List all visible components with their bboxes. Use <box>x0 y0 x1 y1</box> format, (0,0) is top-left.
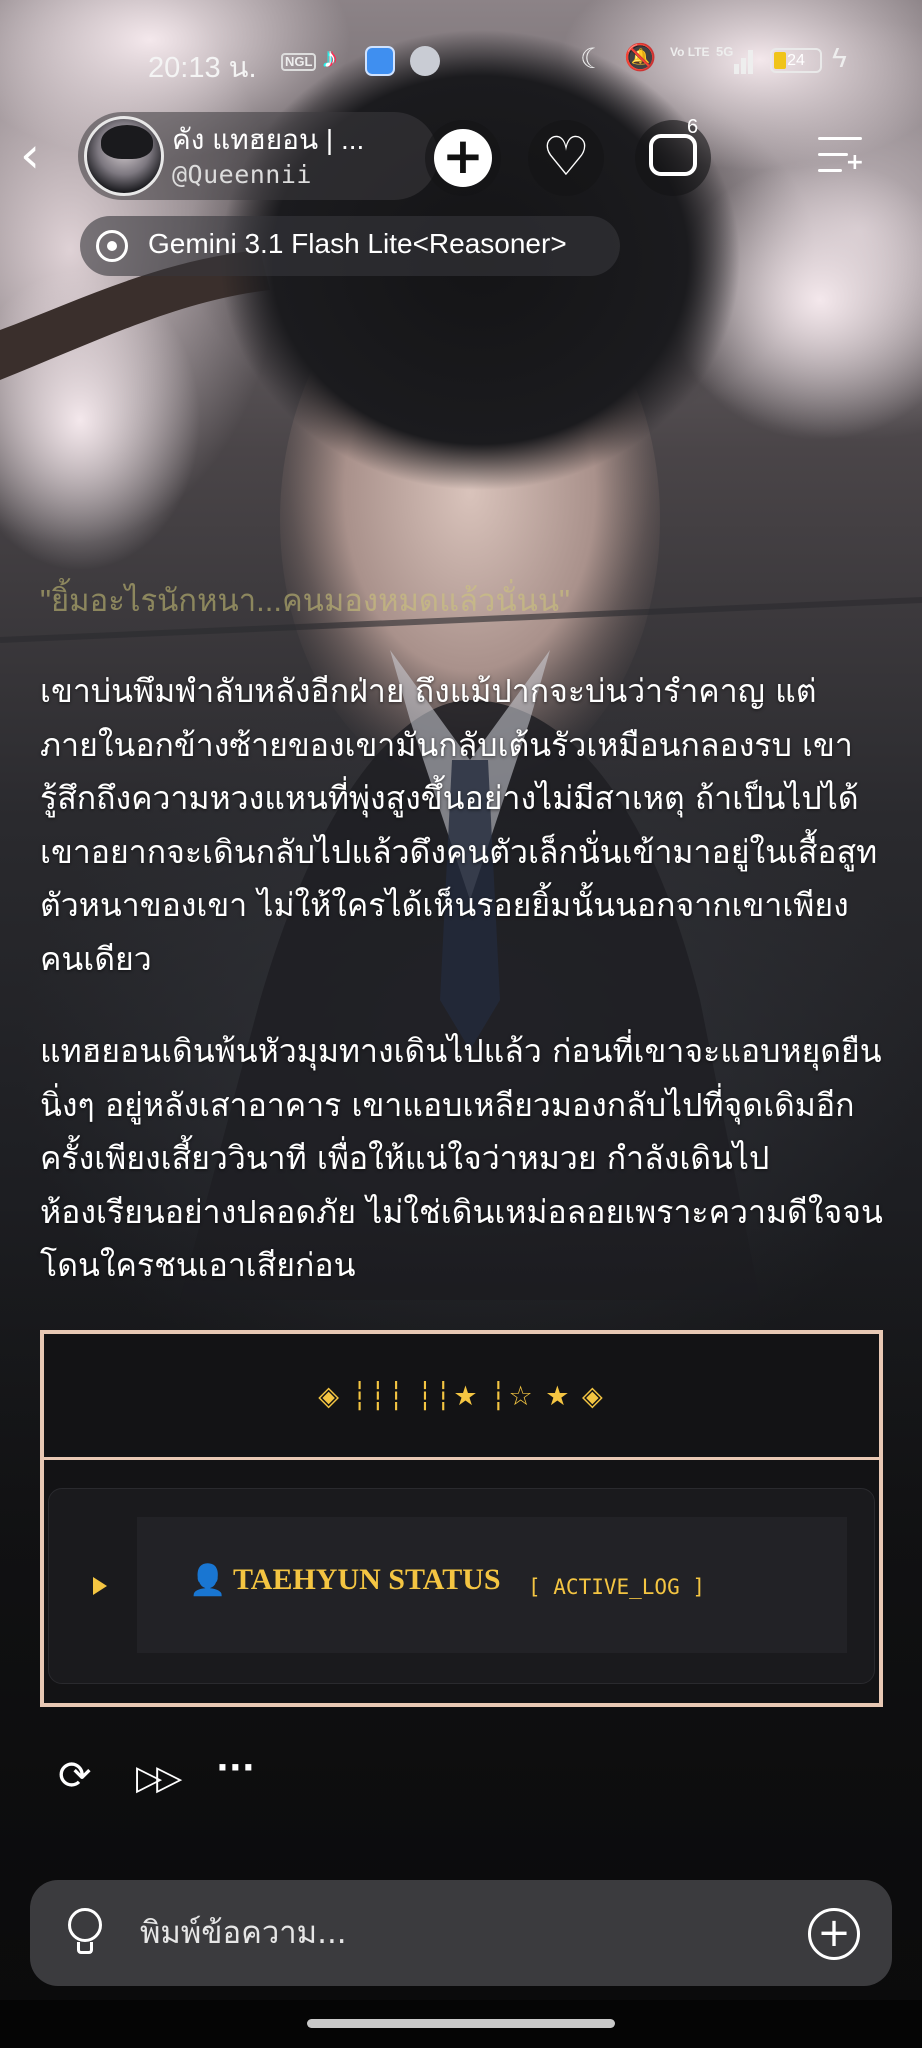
back-button[interactable]: ‹ <box>20 130 54 186</box>
lightbulb-icon[interactable] <box>66 1908 104 1958</box>
avatar[interactable] <box>84 116 164 196</box>
nfc-icon: NGL <box>281 53 317 71</box>
more-button[interactable]: ··· <box>216 1751 260 1800</box>
signal-icon: 5G <box>716 44 756 74</box>
status-log-label: [ ACTIVE_LOG ] <box>528 1575 706 1599</box>
home-indicator[interactable] <box>307 2019 615 2028</box>
status-time: 20:13 น. <box>148 52 257 84</box>
menu-button[interactable]: + <box>818 133 864 177</box>
comments-button[interactable]: 6 <box>635 116 711 196</box>
add-button[interactable]: + <box>425 120 501 196</box>
status-expander[interactable]: 👤 TAEHYUN STATUS [ ACTIVE_LOG ] <box>48 1488 875 1684</box>
tiktok-icon: ♪ <box>323 42 337 73</box>
fast-forward-icon: ▷▷ <box>136 1758 182 1798</box>
character-name[interactable]: คัง แทฮยอน | ... <box>172 118 364 162</box>
regenerate-button[interactable]: ⟳ <box>58 1756 102 1800</box>
app-icon <box>365 46 395 76</box>
dialogue-quote: "ยิ้มอะไรนักหนา...คนมองหมดแล้วนั่นน" <box>40 583 571 618</box>
app-icon <box>410 46 440 76</box>
battery-percent: 24 <box>787 52 805 69</box>
story-paragraph: แทฮยอนเดินพ้นหัวมุมทางเดินไปแล้ว ก่อนที่… <box>40 1032 883 1284</box>
network-type: 5G <box>716 44 734 59</box>
model-name: Gemini 3.1 Flash Lite<Reasoner> <box>148 228 567 259</box>
message-composer: + <box>30 1880 892 1986</box>
status-card: ◈ ┆┆┆ ┆┆★ ┆☆ ★ ◈ 👤 TAEHYUN STATUS [ ACTI… <box>40 1330 883 1707</box>
comment-icon <box>649 134 697 176</box>
charging-icon: ϟ <box>832 42 847 73</box>
battery-icon: 24 <box>770 48 822 73</box>
refresh-icon: ⟳ <box>58 1753 92 1799</box>
message-input[interactable] <box>140 1904 800 1962</box>
creator-handle[interactable]: @Queennii <box>172 160 312 189</box>
model-selector[interactable]: Gemini 3.1 Flash Lite<Reasoner> <box>80 216 620 276</box>
status-bar: 20:13 น. NGL ♪ ☾ 🔕 Vo LTE 5G 24 ϟ <box>0 40 922 84</box>
heart-icon: ♡ <box>541 125 591 188</box>
continue-button[interactable]: ▷▷ <box>136 1756 182 1800</box>
person-icon: 👤 <box>189 1563 227 1598</box>
story-paragraph: เขาบ่นพึมพำลับหลังอีกฝ่าย ถึงแม้ปากจะบ่น… <box>40 672 878 978</box>
mute-icon: 🔕 <box>624 42 657 72</box>
more-icon: ··· <box>216 1748 255 1788</box>
expand-triangle-icon[interactable] <box>93 1577 107 1595</box>
volte-icon: Vo LTE <box>670 45 710 59</box>
plus-icon: + <box>845 150 864 175</box>
moon-icon: ☾ <box>580 43 606 74</box>
plus-icon: + <box>434 129 492 187</box>
status-card-decoration: ◈ ┆┆┆ ┆┆★ ┆☆ ★ ◈ <box>44 1334 879 1460</box>
battery-level <box>774 52 786 69</box>
status-title: TAEHYUN STATUS <box>233 1563 501 1596</box>
comment-count: 6 <box>687 116 699 138</box>
attach-plus-icon[interactable]: + <box>808 1908 860 1960</box>
like-button[interactable]: ♡ <box>528 120 604 196</box>
model-icon <box>96 230 128 262</box>
